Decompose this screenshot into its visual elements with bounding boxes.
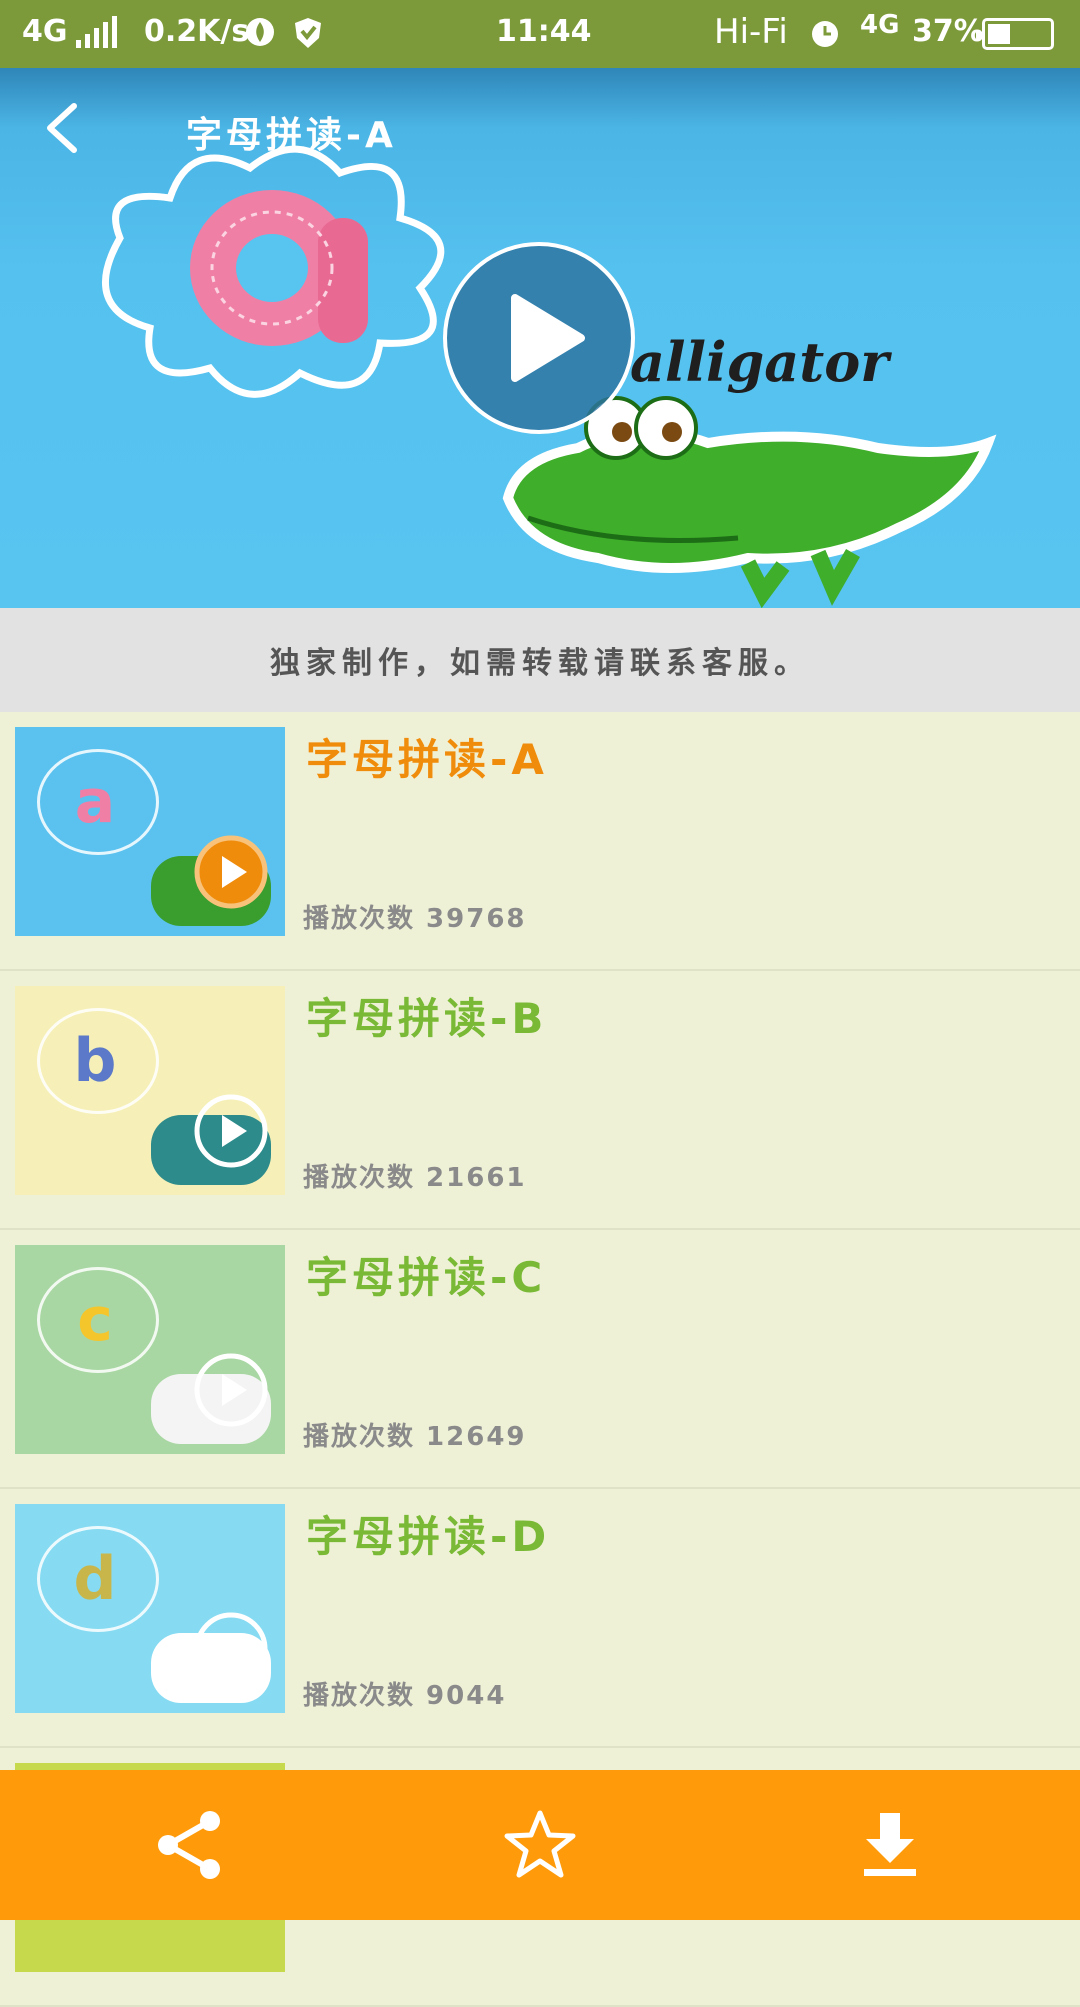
play-count: 播放次数 12649	[303, 1422, 527, 1452]
play-icon	[194, 835, 268, 909]
video-thumbnail[interactable]: b	[15, 986, 285, 1195]
play-count: 播放次数 21661	[303, 1163, 527, 1193]
play-icon	[443, 242, 635, 434]
play-icon	[194, 1353, 268, 1427]
play-icon	[194, 1094, 268, 1168]
share-icon	[158, 1811, 220, 1879]
download-button[interactable]	[850, 1805, 930, 1885]
video-thumbnail[interactable]: a	[15, 727, 285, 936]
vpn-shield-icon	[292, 16, 324, 58]
network-speed: 0.2K/s	[144, 14, 250, 49]
network-type-right: 4G	[860, 10, 900, 40]
alarm-icon	[808, 16, 842, 58]
back-button[interactable]	[36, 98, 96, 158]
video-list-item[interactable]: b 字母拼读-B 播放次数 21661	[0, 971, 1080, 1230]
download-icon	[864, 1813, 916, 1876]
video-list-item[interactable]: a 字母拼读-A 播放次数 39768	[0, 712, 1080, 971]
play-icon	[194, 1612, 268, 1686]
bottom-action-bar	[0, 1770, 1080, 1920]
video-thumbnail[interactable]: d	[15, 1504, 285, 1713]
battery-icon	[976, 18, 1054, 50]
favorite-button[interactable]	[500, 1805, 580, 1885]
video-player[interactable]: alligator 字母拼读-A	[0, 68, 1080, 608]
thumbnail-letter: b	[73, 1026, 117, 1096]
hero-word: alligator	[630, 330, 889, 394]
video-list-item[interactable]: c 字母拼读-C 播放次数 12649	[0, 1230, 1080, 1489]
signal-icon	[70, 14, 117, 49]
thumbnail-letter: d	[73, 1544, 117, 1614]
status-bar: 4G 0.2K/s 11:44 Hi-Fi 4G 37%	[0, 0, 1080, 68]
video-title: 字母拼读-A	[186, 115, 397, 156]
data-saver-icon	[244, 16, 276, 56]
video-thumbnail[interactable]: c	[15, 1245, 285, 1454]
clock: 11:44	[496, 14, 592, 49]
battery-percent: 37%	[912, 14, 984, 49]
play-button[interactable]	[441, 240, 637, 436]
video-item-title: 字母拼读-A	[306, 735, 548, 784]
chevron-left-icon	[47, 103, 77, 153]
play-count: 播放次数 9044	[303, 1681, 507, 1711]
play-count: 播放次数 39768	[303, 904, 527, 934]
thumbnail-letter: c	[77, 1285, 113, 1355]
copyright-notice: 独家制作，如需转载请联系客服。	[0, 608, 1080, 712]
video-list-item[interactable]: d 字母拼读-D 播放次数 9044	[0, 1489, 1080, 1748]
thumbnail-letter: a	[74, 767, 116, 837]
share-button[interactable]	[150, 1805, 230, 1885]
hifi-label: Hi-Fi	[714, 12, 788, 52]
video-item-title: 字母拼读-C	[306, 1253, 547, 1302]
video-item-title: 字母拼读-B	[306, 994, 548, 1043]
video-item-title: 字母拼读-D	[306, 1512, 551, 1561]
star-icon	[504, 1810, 576, 1878]
network-type-left: 4G	[22, 14, 68, 49]
